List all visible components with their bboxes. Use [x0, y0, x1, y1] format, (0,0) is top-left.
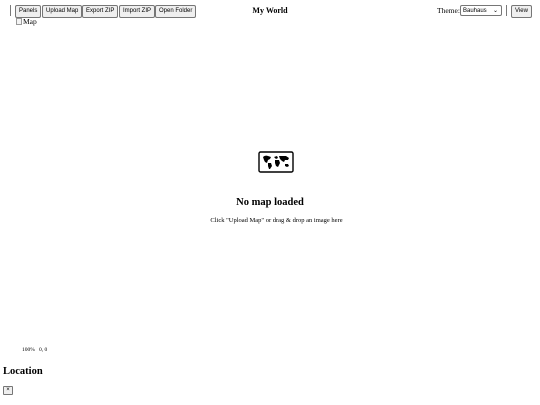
import-zip-button[interactable]: Import ZIP — [119, 5, 156, 18]
app-title: My World — [252, 6, 288, 15]
toolbar: Panels Upload Map Export ZIP Import ZIP … — [0, 0, 540, 22]
location-panel-title: Location — [3, 366, 43, 377]
broken-image-icon — [16, 18, 22, 25]
toolbar-divider — [10, 5, 11, 16]
export-zip-button[interactable]: Export ZIP — [82, 5, 119, 18]
map-image: Map — [16, 17, 37, 26]
world-map-icon — [258, 151, 294, 173]
toolbar-divider — [506, 5, 507, 16]
view-button[interactable]: View — [511, 5, 532, 18]
close-button[interactable]: × — [3, 386, 13, 395]
chevron-down-icon: ⌄ — [492, 8, 498, 14]
empty-state-hint: Click "Upload Map" or drag & drop an ima… — [210, 217, 343, 224]
theme-label: Theme: — [437, 6, 460, 15]
coordinate-readout: 0, 0 — [39, 347, 48, 353]
zoom-readout: 100% — [22, 347, 35, 353]
theme-select-value: Bauhaus — [463, 8, 487, 14]
empty-state-title: No map loaded — [236, 197, 304, 208]
map-image-alt: Map — [23, 17, 37, 26]
open-folder-button[interactable]: Open Folder — [155, 5, 197, 18]
theme-select[interactable]: Bauhaus ⌄ — [460, 5, 502, 16]
upload-map-button[interactable]: Upload Map — [42, 5, 83, 18]
